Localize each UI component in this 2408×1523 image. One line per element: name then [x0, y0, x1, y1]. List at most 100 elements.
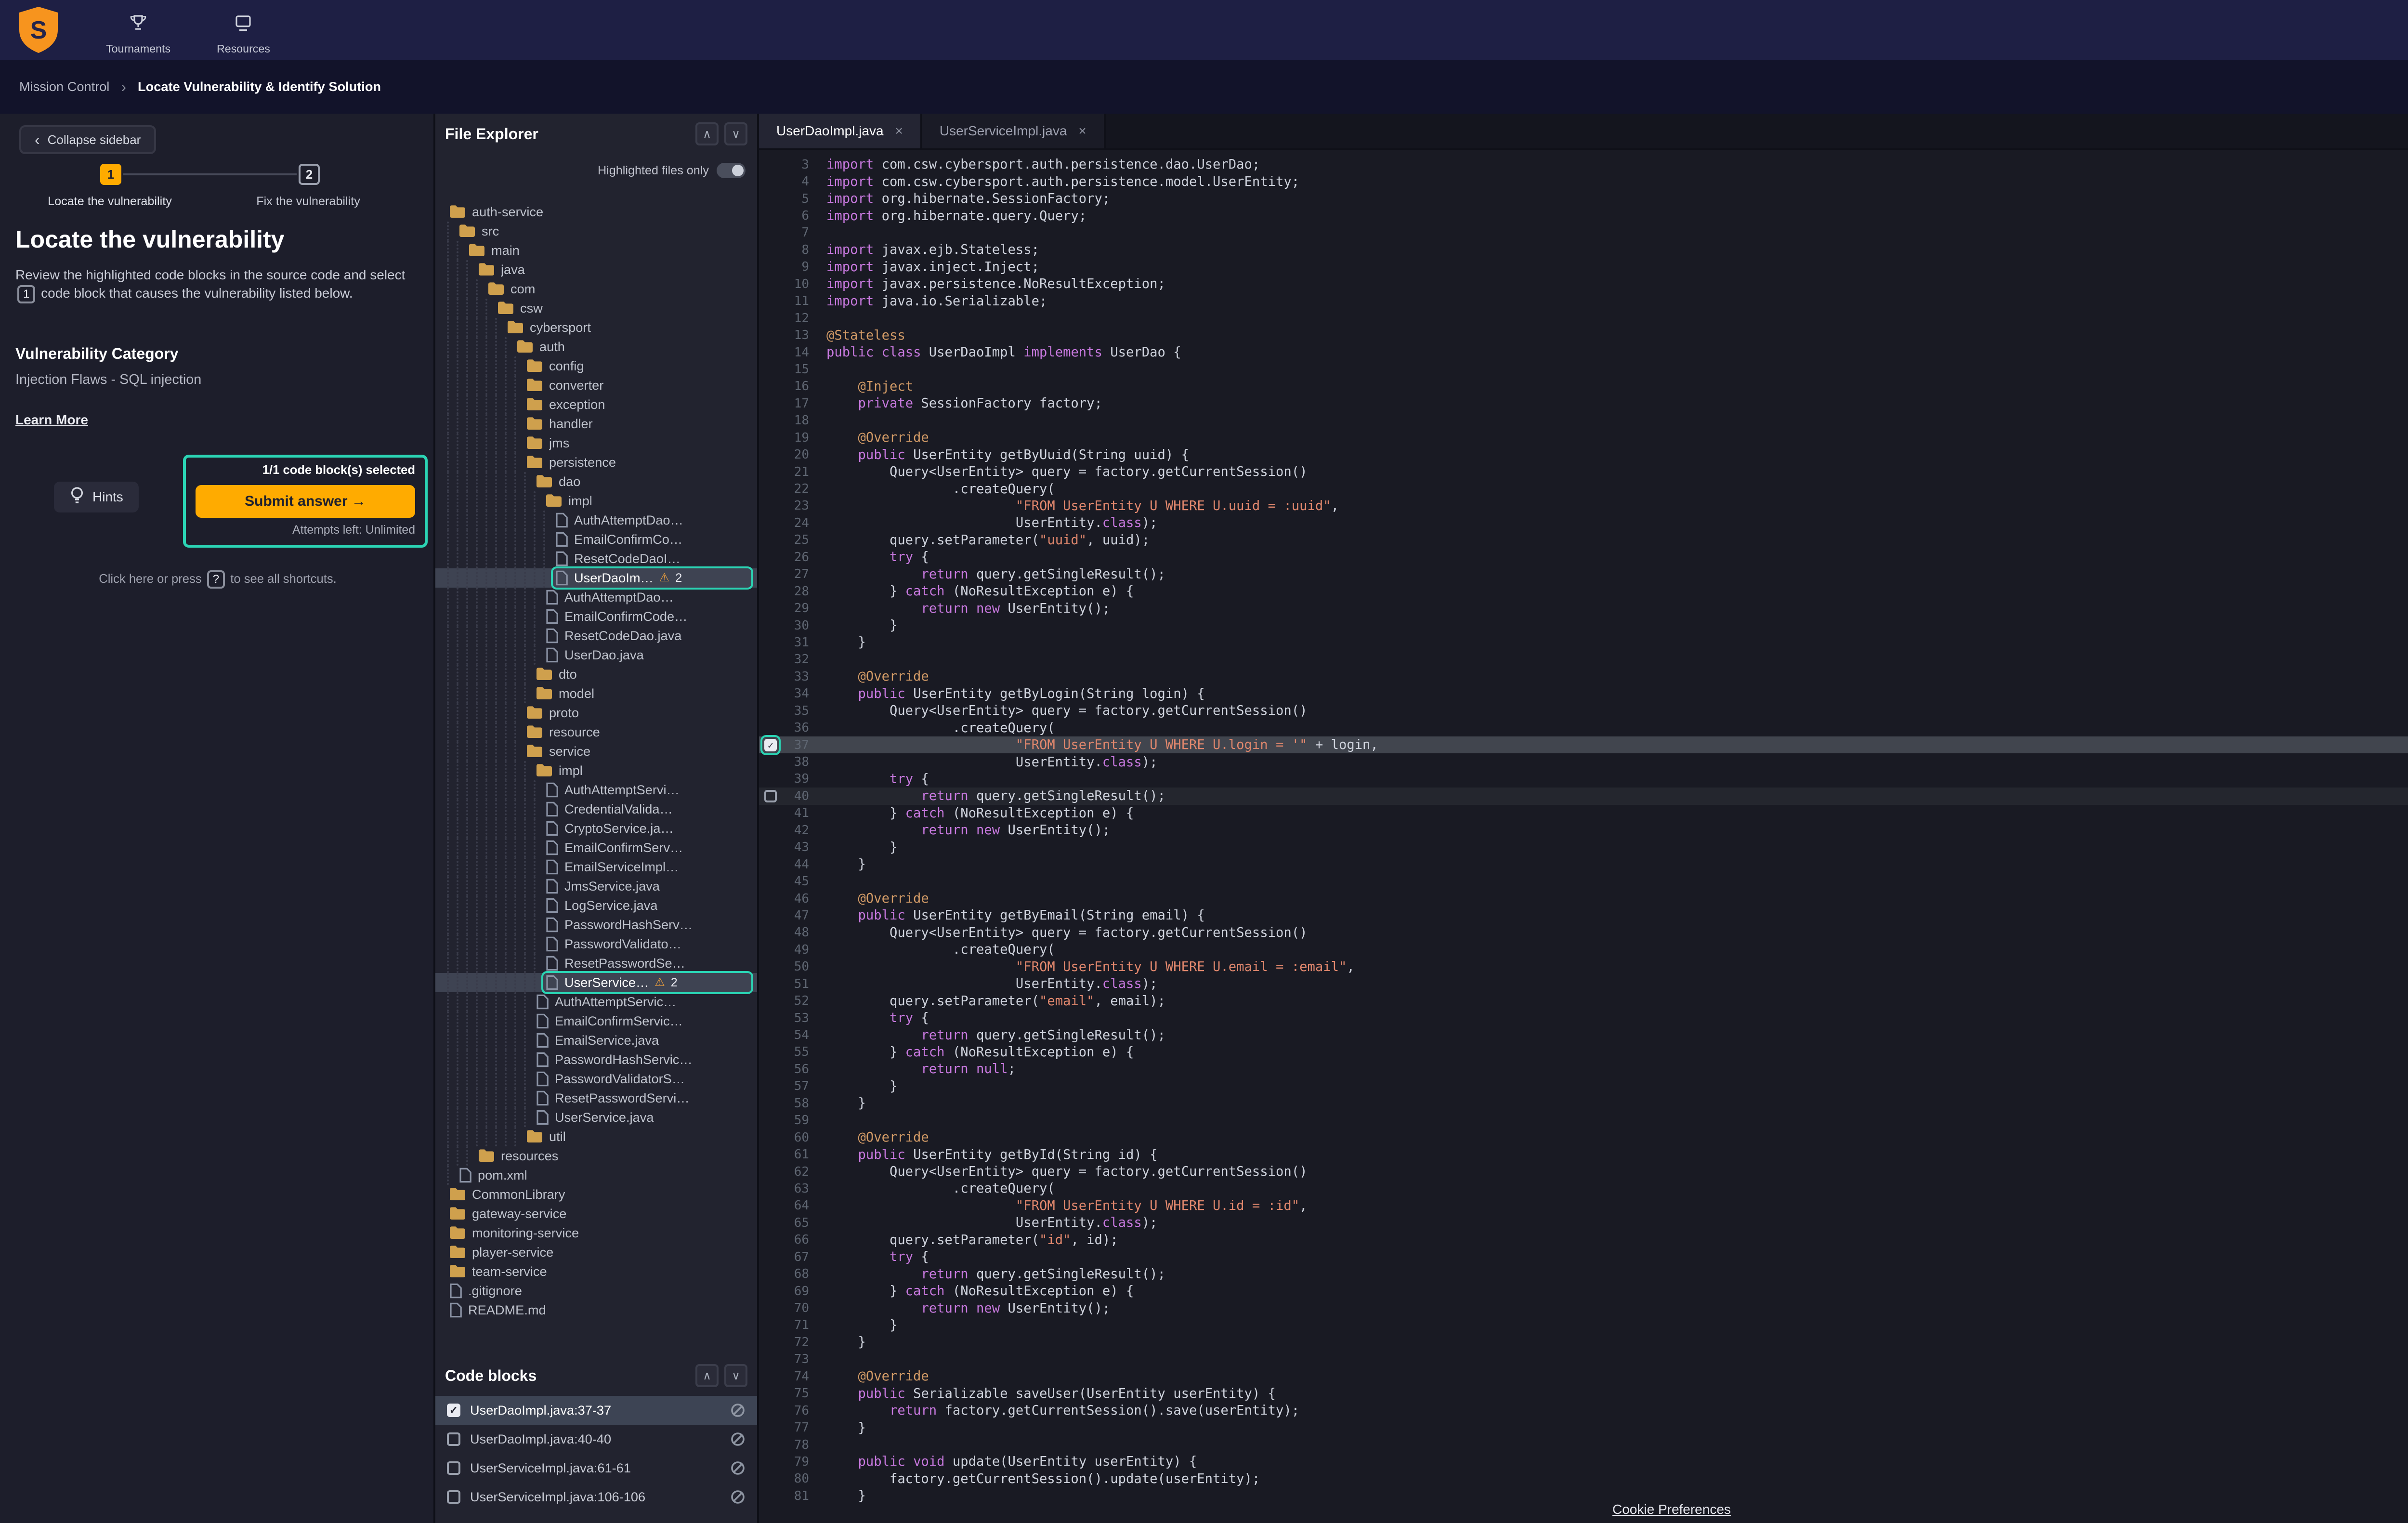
file-tree-item[interactable]: AuthAttemptServic…: [435, 992, 757, 1011]
folder-tree-item[interactable]: dto: [435, 665, 757, 684]
line-number: 52: [782, 994, 809, 1008]
vulnerability-category-value: Injection Flaws - SQL injection: [15, 372, 201, 388]
folder-tree-item[interactable]: main: [435, 241, 757, 260]
hints-button[interactable]: Hints: [54, 482, 139, 512]
file-tree-item[interactable]: JmsService.java: [435, 877, 757, 896]
file-tree-item[interactable]: EmailServiceImpl…: [435, 857, 757, 877]
file-tree-item[interactable]: .gitignore: [435, 1281, 757, 1300]
file-tree-item[interactable]: UserDaoIm…⚠2: [435, 568, 757, 588]
code-block-checkbox[interactable]: [447, 1490, 460, 1504]
folder-tree-item[interactable]: cybersport: [435, 318, 757, 337]
code-line: 42 return new UserEntity();: [759, 822, 2408, 839]
file-icon: [555, 532, 568, 547]
file-tree-item[interactable]: CredentialValida…: [435, 800, 757, 819]
folder-tree-item[interactable]: exception: [435, 395, 757, 414]
code-block-checkbox[interactable]: ✓: [447, 1404, 460, 1417]
folder-tree-item[interactable]: player-service: [435, 1243, 757, 1262]
folder-tree-item[interactable]: impl: [435, 491, 757, 511]
highlighted-files-toggle[interactable]: [717, 163, 746, 178]
code-block-item[interactable]: UserDaoImpl.java:40-40: [435, 1425, 757, 1454]
close-icon[interactable]: ×: [895, 123, 903, 139]
file-tree-item[interactable]: LogService.java: [435, 896, 757, 915]
code-line: 54 return query.getSingleResult();: [759, 1026, 2408, 1043]
file-tree-item[interactable]: CryptoService.ja…: [435, 819, 757, 838]
file-tree-item[interactable]: EmailConfirmServic…: [435, 1011, 757, 1031]
folder-tree-item[interactable]: resource: [435, 722, 757, 742]
folder-tree-item[interactable]: team-service: [435, 1262, 757, 1281]
prev-highlight-button[interactable]: ∧: [695, 122, 719, 145]
file-tree-item[interactable]: EmailConfirmCode…: [435, 607, 757, 626]
folder-tree-item[interactable]: handler: [435, 414, 757, 433]
file-tree-item[interactable]: AuthAttemptServi…: [435, 780, 757, 800]
file-tree-item[interactable]: pom.xml: [435, 1166, 757, 1185]
file-tree-item[interactable]: PasswordHashServ…: [435, 915, 757, 934]
file-tree-item[interactable]: UserDao.java: [435, 645, 757, 665]
prev-block-button[interactable]: ∧: [695, 1364, 719, 1387]
collapse-sidebar-button[interactable]: ‹ Collapse sidebar: [19, 125, 156, 154]
folder-tree-item[interactable]: auth: [435, 337, 757, 356]
shortcuts-hint[interactable]: Click here or press ? to see all shortcu…: [0, 570, 435, 589]
count-badge: 1: [17, 285, 35, 303]
nav-item-tournaments[interactable]: Tournaments: [106, 5, 170, 55]
app-logo[interactable]: S: [13, 4, 64, 56]
next-highlight-button[interactable]: ∨: [724, 122, 747, 145]
folder-tree-item[interactable]: util: [435, 1127, 757, 1146]
file-tree-item[interactable]: ResetCodeDaoI…: [435, 549, 757, 568]
file-tree-item[interactable]: PasswordValidatorS…: [435, 1069, 757, 1089]
code-block-item[interactable]: ✓UserDaoImpl.java:37-37: [435, 1396, 757, 1425]
file-tree-item[interactable]: UserService.java: [435, 1108, 757, 1127]
editor-tab[interactable]: UserDaoImpl.java×: [759, 114, 922, 148]
cookie-preferences-link[interactable]: Cookie Preferences: [1612, 1502, 1731, 1517]
breadcrumb-parent[interactable]: Mission Control: [19, 79, 109, 94]
editor-tab[interactable]: UserServiceImpl.java×: [922, 114, 1106, 148]
file-tree-item[interactable]: README.md: [435, 1300, 757, 1320]
folder-tree-item[interactable]: model: [435, 684, 757, 703]
indent-guide: [485, 1089, 495, 1108]
tree-item-label: service: [549, 744, 590, 759]
close-icon[interactable]: ×: [1078, 123, 1086, 139]
file-tree-item[interactable]: AuthAttemptDao…: [435, 511, 757, 530]
nav-item-resources[interactable]: Resources: [217, 5, 270, 55]
code-line-text: return query.getSingleResult();: [826, 1267, 1165, 1282]
folder-tree-item[interactable]: auth-service: [435, 202, 757, 222]
folder-tree-item[interactable]: CommonLibrary: [435, 1185, 757, 1204]
folder-tree-item[interactable]: config: [435, 356, 757, 376]
indent-guide: [447, 588, 457, 607]
folder-tree-item[interactable]: csw: [435, 299, 757, 318]
folder-tree-item[interactable]: dao: [435, 472, 757, 491]
folder-tree-item[interactable]: src: [435, 222, 757, 241]
folder-tree-item[interactable]: com: [435, 279, 757, 299]
code-block-item[interactable]: UserServiceImpl.java:106-106: [435, 1483, 757, 1511]
file-tree-item[interactable]: EmailService.java: [435, 1031, 757, 1050]
file-tree-item[interactable]: ResetPasswordServi…: [435, 1089, 757, 1108]
folder-tree-item[interactable]: impl: [435, 761, 757, 780]
file-tree-item[interactable]: AuthAttemptDao…: [435, 588, 757, 607]
line-select-checkbox[interactable]: [764, 790, 777, 802]
folder-tree-item[interactable]: service: [435, 742, 757, 761]
file-tree-item[interactable]: PasswordValidato…: [435, 934, 757, 954]
line-select-checkbox[interactable]: ✓: [764, 739, 777, 751]
learn-more-link[interactable]: Learn More: [15, 412, 88, 428]
file-tree-item[interactable]: EmailConfirmCo…: [435, 530, 757, 549]
file-tree-item[interactable]: PasswordHashServic…: [435, 1050, 757, 1069]
folder-tree-item[interactable]: proto: [435, 703, 757, 722]
code-block-checkbox[interactable]: [447, 1432, 460, 1446]
code-block-checkbox[interactable]: [447, 1461, 460, 1475]
submit-answer-button[interactable]: Submit answer →: [196, 485, 415, 518]
folder-tree-item[interactable]: converter: [435, 376, 757, 395]
folder-tree-item[interactable]: jms: [435, 433, 757, 453]
folder-tree-item[interactable]: gateway-service: [435, 1204, 757, 1223]
file-tree-item[interactable]: ResetCodeDao.java: [435, 626, 757, 645]
file-tree-item[interactable]: UserService…⚠2: [435, 973, 757, 992]
indent-guide: [457, 992, 466, 1011]
next-block-button[interactable]: ∨: [724, 1364, 747, 1387]
folder-tree-item[interactable]: resources: [435, 1146, 757, 1166]
folder-tree-item[interactable]: persistence: [435, 453, 757, 472]
indent-guide: [514, 395, 524, 414]
file-tree-item[interactable]: EmailConfirmServ…: [435, 838, 757, 857]
file-tree-item[interactable]: ResetPasswordSe…: [435, 954, 757, 973]
folder-tree-item[interactable]: monitoring-service: [435, 1223, 757, 1243]
folder-tree-item[interactable]: java: [435, 260, 757, 279]
code-block-item[interactable]: UserServiceImpl.java:61-61: [435, 1454, 757, 1483]
indent-guide: [485, 414, 495, 433]
